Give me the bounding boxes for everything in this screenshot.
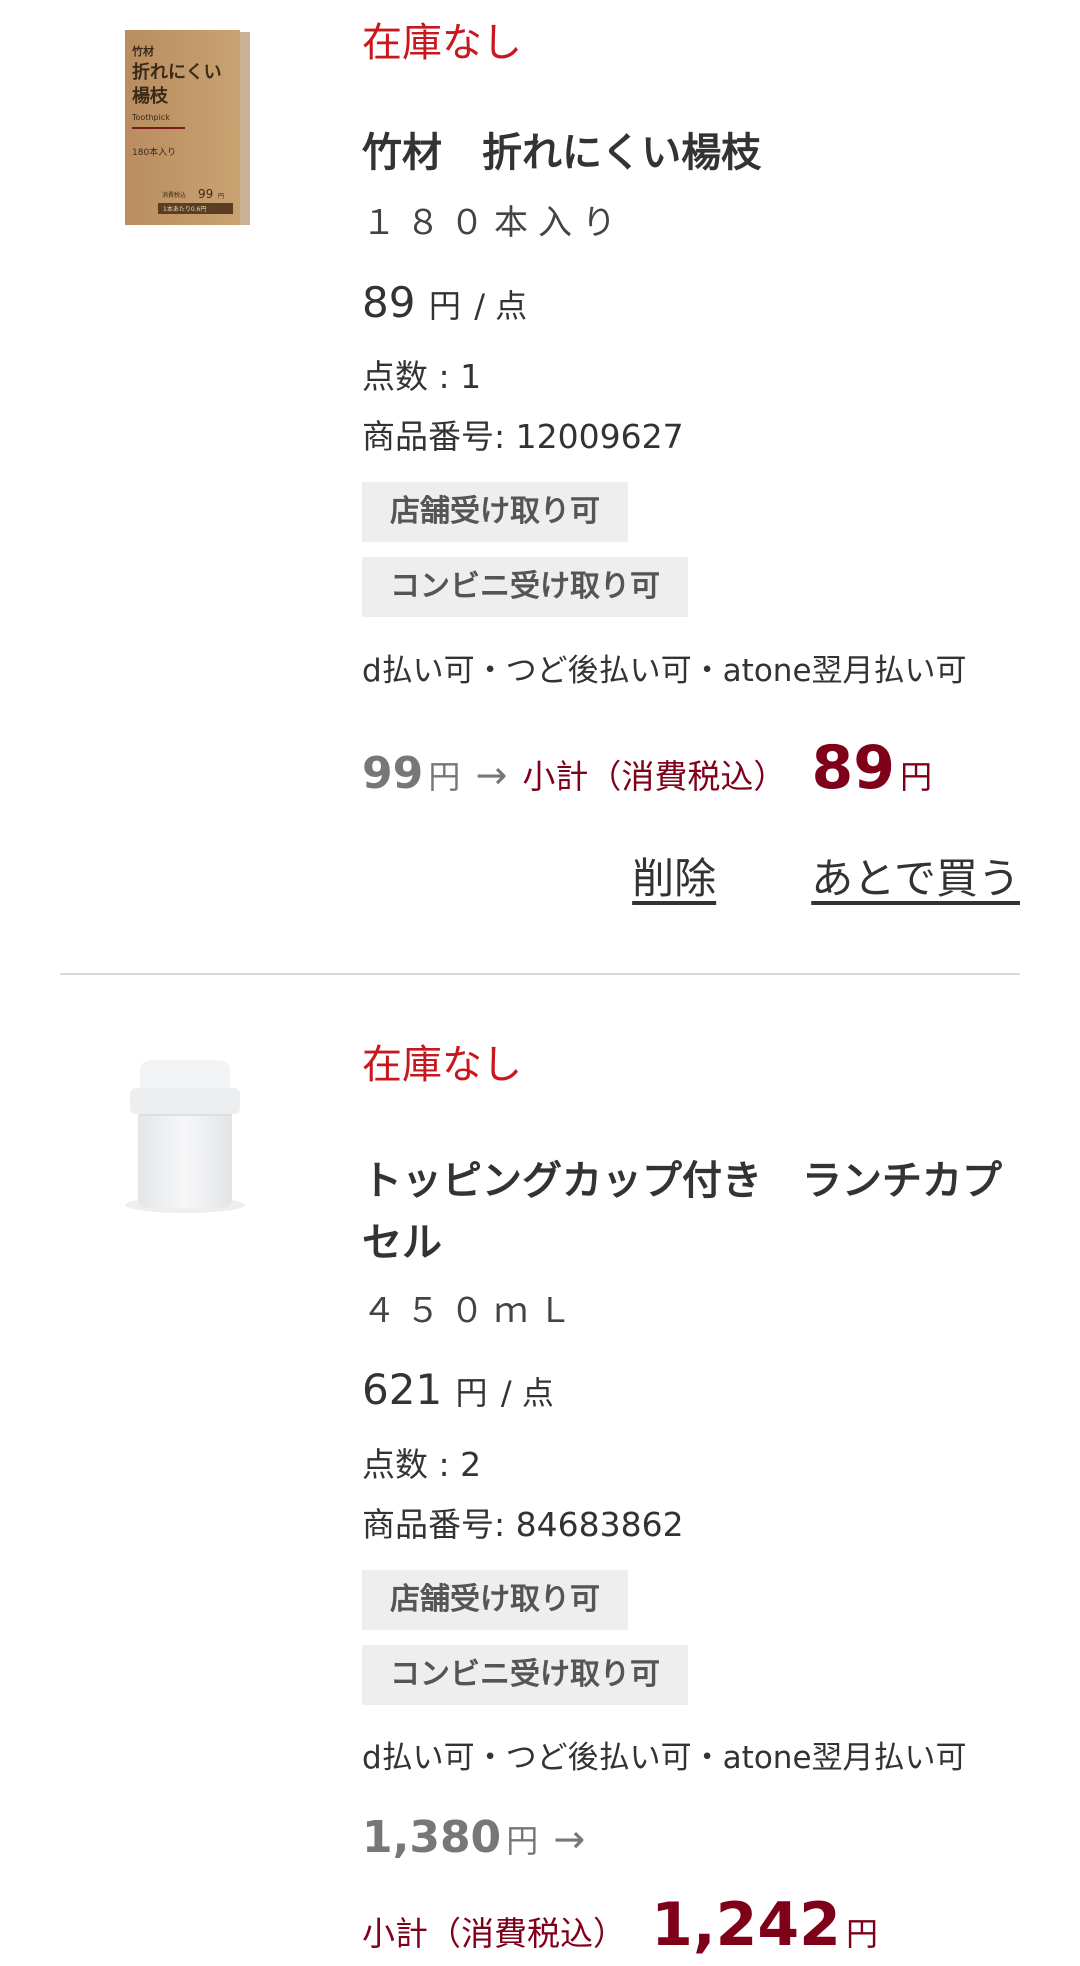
original-price-row: 1,380 円 → [362, 1812, 595, 1863]
product-image-lunch-capsule[interactable] [110, 1050, 280, 1230]
toothpick-box-image: 竹材 折れにくい 楊枝 Toothpick 180本入り 消費税込 99 円 1… [125, 30, 250, 225]
product-name[interactable]: トッピングカップ付き ランチカプセル [362, 1150, 1022, 1274]
box-text-2: 折れにくい [132, 61, 222, 83]
delete-link[interactable]: 削除 [632, 854, 716, 903]
subtotal-value: 89 [811, 733, 895, 803]
store-pickup-badge: 店舗受け取り可 [362, 482, 628, 542]
box-text-1: 竹材 [131, 44, 154, 58]
subtotal-yen: 円 [900, 758, 933, 796]
cart-item: 竹材 折れにくい 楊枝 Toothpick 180本入り 消費税込 99 円 1… [0, 0, 1080, 970]
product-code-label: 商品番号: [362, 417, 506, 456]
box-text-tax: 消費税込 [162, 191, 186, 199]
product-image-toothpick[interactable]: 竹材 折れにくい 楊枝 Toothpick 180本入り 消費税込 99 円 1… [110, 20, 280, 230]
quantity-value: 2 [460, 1445, 482, 1484]
product-code-value: 84683862 [515, 1505, 684, 1544]
unit-price: 621 円 / 点 [362, 1365, 554, 1414]
original-price: 1,380 [362, 1812, 502, 1863]
unit-price-value: 621 [362, 1365, 443, 1414]
subtotal-yen: 円 [845, 1915, 878, 1953]
subtotal-value: 1,242 [651, 1890, 841, 1960]
box-text-3: 楊枝 [132, 85, 169, 107]
original-price: 99 [362, 748, 424, 799]
stock-status: 在庫なし [362, 20, 522, 66]
cart-item: 在庫なし トッピングカップ付き ランチカプセル ４５０ｍＬ 621 円 / 点 … [0, 1010, 1080, 1966]
payment-options: d払い可・つど後払い可・atone翌月払い可 [362, 1740, 967, 1776]
unit-price-value: 89 [362, 278, 416, 327]
product-code: 商品番号: 84683862 [362, 1498, 684, 1546]
unit-price-yen: 円 [428, 287, 461, 325]
item-divider [60, 973, 1020, 975]
product-variant: １８０本入り [362, 203, 626, 243]
stock-status: 在庫なし [362, 1042, 522, 1088]
store-pickup-badge: 店舗受け取り可 [362, 1570, 628, 1630]
original-price-yen: 円 [428, 758, 461, 796]
quantity-label: 点数 : [362, 1445, 450, 1484]
box-text-en: Toothpick [131, 113, 170, 122]
lunch-capsule-image [125, 1060, 245, 1213]
product-name[interactable]: 竹材 折れにくい楊枝 [362, 122, 1022, 184]
subtotal-label: 小計（消費税込） [362, 1914, 626, 1953]
box-text-count: 180本入り [132, 146, 176, 158]
product-variant: ４５０ｍＬ [362, 1291, 582, 1331]
arrow-right-icon: → [553, 1817, 586, 1861]
box-text-unit: 1本あたり0.6円 [163, 205, 206, 213]
convenience-pickup-badge: コンビニ受け取り可 [362, 1645, 688, 1705]
product-code: 商品番号: 12009627 [362, 410, 684, 458]
quantity-value: 1 [460, 357, 482, 396]
unit-price-yen: 円 [455, 1374, 488, 1412]
payment-options: d払い可・つど後払い可・atone翌月払い可 [362, 653, 967, 689]
quantity: 点数 : 1 [362, 350, 481, 398]
unit-price-per: / 点 [500, 1374, 554, 1412]
price-summary: 99 円 → 小計（消費税込） 89 円 [362, 733, 932, 803]
quantity-label: 点数 : [362, 357, 450, 396]
subtotal-row: 小計（消費税込） 1,242 円 [362, 1890, 878, 1960]
subtotal-label: 小計（消費税込） [522, 757, 787, 796]
convenience-pickup-badge: コンビニ受け取り可 [362, 557, 688, 617]
arrow-right-icon: → [475, 753, 508, 797]
box-text-yen: 円 [218, 193, 224, 200]
unit-price-per: / 点 [474, 287, 528, 325]
product-code-value: 12009627 [515, 417, 684, 456]
product-code-label: 商品番号: [362, 1505, 506, 1544]
quantity: 点数 : 2 [362, 1438, 481, 1486]
unit-price: 89 円 / 点 [362, 278, 527, 327]
buy-later-link[interactable]: あとで買う [811, 854, 1020, 903]
box-text-price: 99 [198, 187, 213, 201]
item-actions: 削除 あとで買う [542, 845, 1020, 906]
original-price-yen: 円 [506, 1822, 539, 1860]
